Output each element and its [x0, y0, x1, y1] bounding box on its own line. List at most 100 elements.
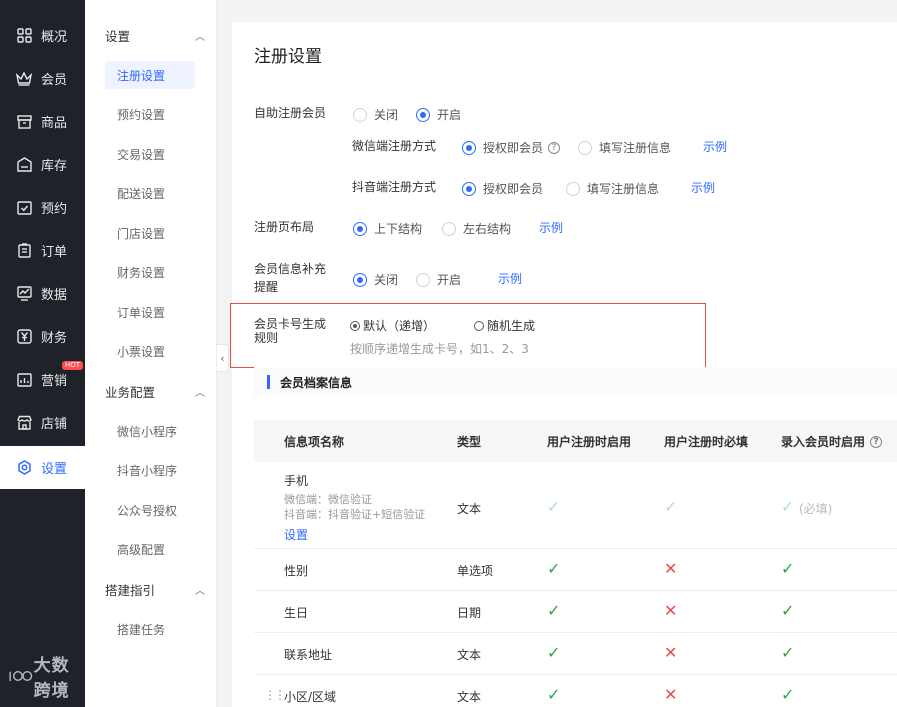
order-icon — [16, 243, 32, 259]
nav-label: 设置 — [41, 462, 68, 477]
submenu-item-advanced[interactable]: 高级配置 — [105, 535, 195, 563]
nav-label: 预约 — [41, 202, 68, 217]
nav-label: 商品 — [41, 116, 68, 131]
check-icon[interactable]: ✓ — [547, 603, 560, 619]
table-row: 性别 单选项 ✓ ✕ ✓ — [254, 549, 897, 591]
submenu-item-wechat-miniapp[interactable]: 微信小程序 — [105, 417, 195, 445]
marketing-icon — [16, 372, 32, 388]
nav-item-member[interactable]: 会员 — [0, 57, 85, 100]
collapse-submenu-button[interactable]: ‹ — [217, 344, 229, 372]
watermark-logo: 大数跨境 — [8, 651, 85, 701]
check-icon[interactable]: ✓ — [781, 603, 794, 619]
row-note: 微信端：微信验证 — [284, 493, 372, 506]
nav-item-marketing[interactable]: 营销 HOT — [0, 358, 85, 401]
submenu-group-settings[interactable]: 设置 ︿ — [105, 25, 205, 45]
chevron-up-icon: ︿ — [195, 585, 205, 597]
cross-icon[interactable]: ✕ — [664, 687, 677, 703]
row-name: 性别 — [284, 564, 309, 578]
submenu-item-official-account[interactable]: 公众号授权 — [105, 496, 195, 524]
submenu-item-store[interactable]: 门店设置 — [105, 219, 195, 247]
row-name: 联系地址 — [284, 648, 333, 662]
nav-item-overview[interactable]: 概况 — [0, 14, 85, 57]
cardno-default-radio[interactable]: 默认（递增） — [350, 317, 435, 334]
remind-label-line2: 提醒 — [254, 280, 279, 294]
nav-item-data[interactable]: 数据 — [0, 272, 85, 315]
phone-settings-link[interactable]: 设置 — [284, 526, 308, 543]
column-header-register-required: 用户注册时必填 — [664, 435, 749, 449]
douyin-fill-info-radio[interactable]: 填写注册信息 — [566, 180, 659, 197]
layout-example-link[interactable]: 示例 — [539, 219, 563, 236]
nav-label: 营销 — [41, 374, 68, 389]
submenu-item-douyin-miniapp[interactable]: 抖音小程序 — [105, 456, 195, 484]
douyin-register-label: 抖音端注册方式 — [352, 180, 437, 194]
wechat-fill-info-radio[interactable]: 填写注册信息 — [578, 139, 671, 156]
nav-item-shop[interactable]: 店铺 — [0, 401, 85, 444]
submenu-group-business[interactable]: 业务配置 ︿ — [105, 381, 205, 401]
check-icon[interactable]: ✓ — [781, 687, 794, 703]
remind-example-link[interactable]: 示例 — [498, 270, 522, 287]
cardno-random-radio[interactable]: 随机生成 — [474, 317, 535, 334]
nav-label: 订单 — [41, 245, 68, 260]
watermark-icon — [9, 671, 33, 681]
check-icon[interactable]: ✓ — [547, 645, 560, 661]
table-row: 联系地址 文本 ✓ ✕ ✓ — [254, 633, 897, 675]
self-register-off-radio[interactable]: 关闭 — [353, 106, 398, 123]
row-type: 文本 — [457, 690, 482, 704]
nav-label: 会员 — [41, 73, 68, 88]
check-icon[interactable]: ✓ — [547, 561, 560, 577]
self-register-on-radio[interactable]: 开启 — [416, 106, 461, 123]
drag-handle-icon[interactable]: ⋮⋮ — [264, 688, 286, 702]
layout-horizontal-radio[interactable]: 左右结构 — [442, 220, 511, 237]
calendar-check-icon — [16, 200, 32, 216]
layout-label: 注册页布局 — [254, 220, 315, 234]
shop-icon — [16, 415, 32, 431]
cross-icon[interactable]: ✕ — [664, 645, 677, 661]
hot-badge: HOT — [62, 361, 84, 370]
remind-on-radio[interactable]: 开启 — [416, 271, 461, 288]
douyin-authorize-radio[interactable]: 授权即会员 — [462, 180, 543, 197]
table-row: 生日 日期 ✓ ✕ ✓ — [254, 591, 897, 633]
wechat-example-link[interactable]: 示例 — [703, 138, 727, 155]
nav-label: 库存 — [41, 159, 68, 174]
layout-vertical-radio[interactable]: 上下结构 — [353, 220, 422, 237]
cross-icon[interactable]: ✕ — [664, 561, 677, 577]
row-type: 日期 — [457, 606, 482, 620]
douyin-example-link[interactable]: 示例 — [691, 179, 715, 196]
nav-item-orders[interactable]: 订单 — [0, 229, 85, 272]
submenu-item-order[interactable]: 订单设置 — [105, 298, 195, 326]
check-icon: ✓ — [664, 497, 678, 516]
row-type: 文本 — [457, 648, 482, 662]
submenu-item-booking[interactable]: 预约设置 — [105, 100, 195, 128]
nav-item-booking[interactable]: 预约 — [0, 186, 85, 229]
submenu-item-register[interactable]: 注册设置 — [105, 61, 195, 89]
check-icon[interactable]: ✓ — [781, 561, 794, 577]
submenu-item-receipt[interactable]: 小票设置 — [105, 337, 195, 365]
main-nav: 概况 会员 商品 库存 预约 订单 数据 财务 营销 HOT 店铺 设置 大数跨… — [0, 0, 85, 707]
section-header: 会员档案信息 — [254, 367, 897, 397]
table-row: 手机 微信端：微信验证 抖音端：抖音验证+短信验证 设置 文本 ✓ ✓ ✓ (必… — [254, 462, 897, 549]
submenu-item-finance[interactable]: 财务设置 — [105, 258, 195, 286]
submenu-item-delivery[interactable]: 配送设置 — [105, 179, 195, 207]
row-note: 抖音端：抖音验证+短信验证 — [284, 508, 426, 521]
section-title: 会员档案信息 — [280, 376, 353, 390]
check-icon[interactable]: ✓ — [547, 687, 560, 703]
section-accent-bar — [267, 375, 270, 389]
cross-icon[interactable]: ✕ — [664, 603, 677, 619]
page-title: 注册设置 — [254, 47, 322, 67]
check-icon[interactable]: ✓ — [781, 645, 794, 661]
cardno-hint: 按顺序递增生成卡号，如1、2、3 — [350, 342, 529, 356]
wechat-authorize-radio[interactable]: 授权即会员? — [462, 139, 561, 156]
remind-off-radio[interactable]: 关闭 — [353, 271, 398, 288]
nav-item-inventory[interactable]: 库存 — [0, 143, 85, 186]
nav-item-goods[interactable]: 商品 — [0, 100, 85, 143]
nav-item-finance[interactable]: 财务 — [0, 315, 85, 358]
submenu-item-trade[interactable]: 交易设置 — [105, 140, 195, 168]
row-type: 单选项 — [457, 564, 494, 578]
store-icon — [16, 114, 32, 130]
gear-icon — [16, 460, 32, 476]
submenu-item-build-task[interactable]: 搭建任务 — [105, 615, 195, 643]
chevron-up-icon: ︿ — [195, 31, 205, 43]
submenu-group-guide[interactable]: 搭建指引 ︿ — [105, 579, 205, 599]
nav-item-settings[interactable]: 设置 — [0, 446, 85, 489]
table-row: ⋮⋮ 小区/区域 文本 ✓ ✕ ✓ — [254, 675, 897, 707]
